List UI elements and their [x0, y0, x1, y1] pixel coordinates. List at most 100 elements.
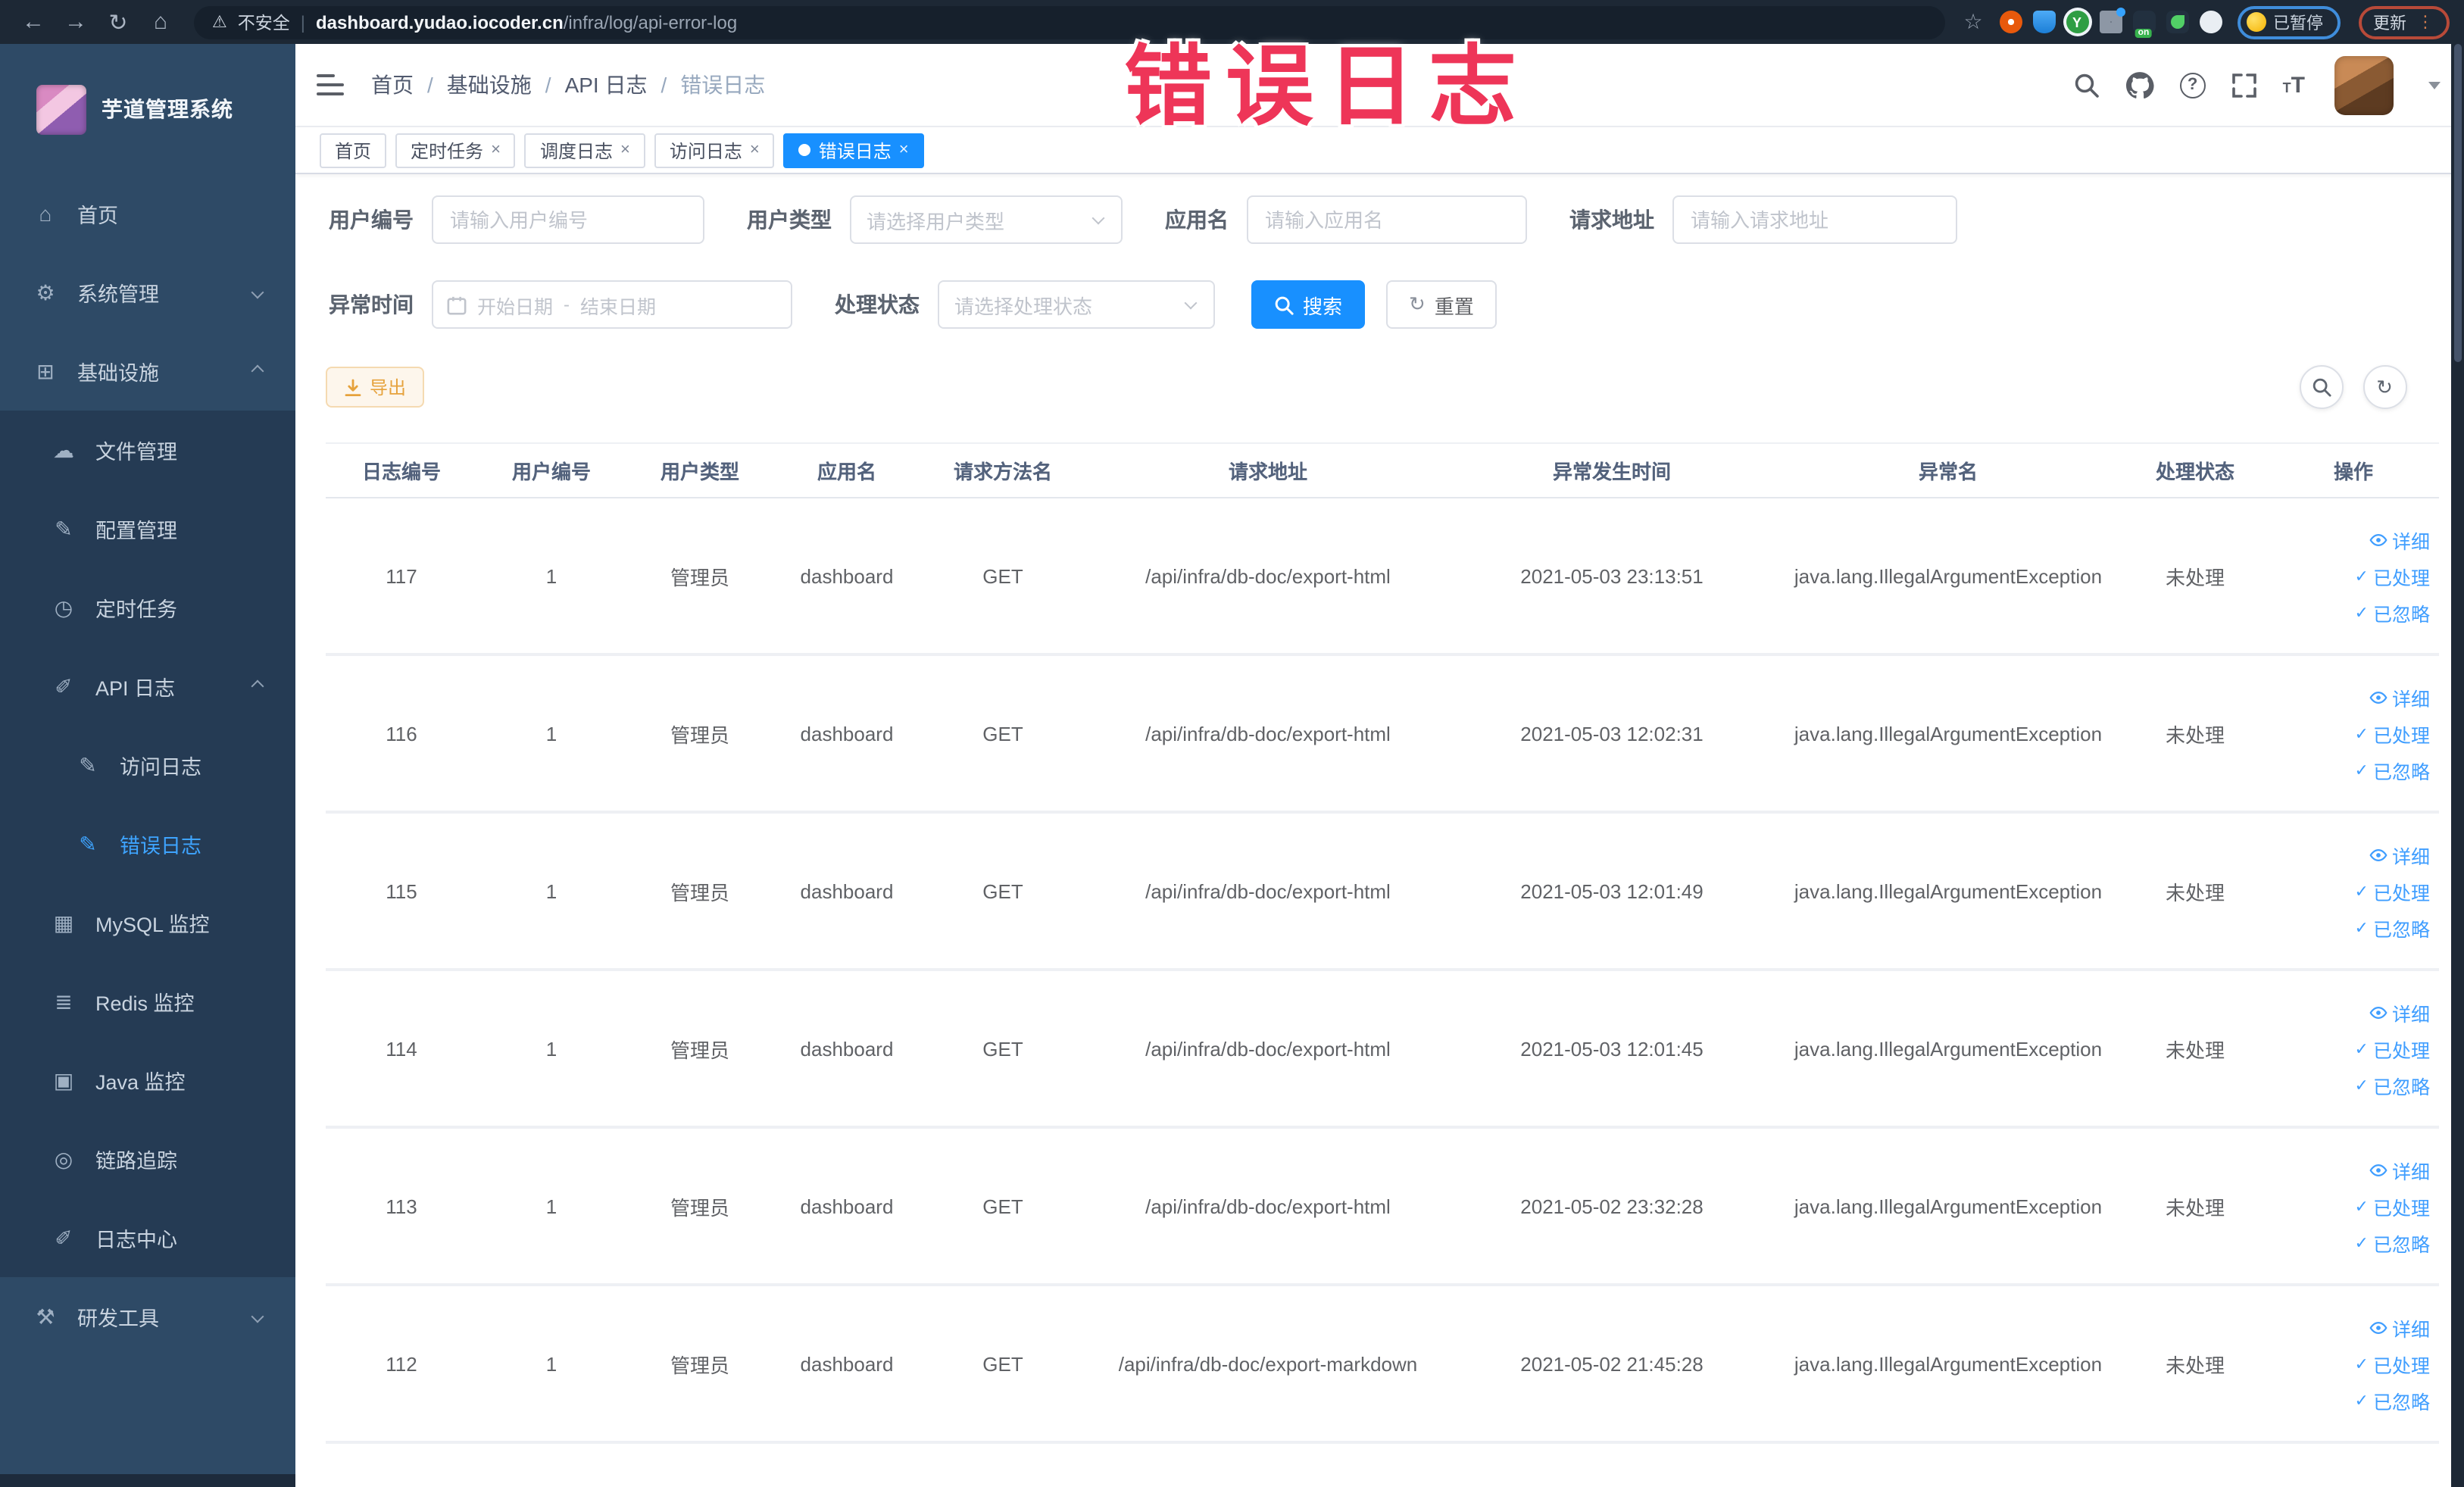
hamburger-icon[interactable] [317, 74, 344, 95]
fullscreen-icon[interactable] [2231, 72, 2257, 98]
sidebar-item-file-management[interactable]: ☁ 文件管理 [0, 411, 295, 489]
log-icon: ✐ [55, 1225, 73, 1249]
mark-processed-link[interactable]: ✓ 已处理 [2355, 1349, 2430, 1378]
close-icon[interactable]: × [620, 141, 630, 159]
sidebar-item-trace[interactable]: ◎ 链路追踪 [0, 1120, 295, 1198]
tab-home[interactable]: 首页 [320, 133, 387, 167]
mark-ignored-link[interactable]: ✓ 已忽略 [2355, 1070, 2430, 1099]
cell-exception-name: java.lang.IllegalArgumentException [1794, 722, 2103, 745]
extension-y-icon[interactable]: Y [2066, 11, 2088, 33]
back-icon[interactable]: ← [15, 4, 52, 40]
extension-shield-icon[interactable] [2032, 11, 2055, 33]
extension-target-icon[interactable] [1999, 11, 2022, 33]
sidebar-item-error-logs[interactable]: ✎ 错误日志 [0, 804, 295, 883]
close-icon[interactable]: × [899, 141, 909, 159]
mark-processed-link[interactable]: ✓ 已处理 [2355, 1192, 2430, 1220]
scrollbar-thumb[interactable] [2453, 44, 2462, 362]
mark-ignored-link[interactable]: ✓ 已忽略 [2355, 755, 2430, 784]
mark-processed-label: 已处理 [2372, 567, 2430, 589]
sidebar-item-infrastructure[interactable]: ⊞ 基础设施 [0, 332, 295, 411]
avatar[interactable] [2334, 55, 2393, 114]
reload-icon[interactable]: ↻ [100, 4, 136, 40]
font-size-icon[interactable]: TT [2283, 72, 2305, 98]
exception-time-range-picker[interactable]: 开始日期 - 结束日期 [432, 280, 792, 329]
mark-processed-link[interactable]: ✓ 已处理 [2355, 719, 2430, 748]
help-icon[interactable]: ? [2179, 72, 2206, 98]
tab-schedule-logs[interactable]: 调度日志 × [524, 133, 645, 167]
detail-link[interactable]: 详细 [2369, 525, 2430, 554]
breadcrumb-api-logs[interactable]: API 日志 [565, 70, 648, 100]
detail-link-label: 详细 [2391, 1004, 2430, 1025]
cell-exception-name: java.lang.IllegalArgumentException [1794, 879, 2103, 902]
extension-onoff-icon[interactable] [2132, 11, 2155, 33]
tab-access-logs[interactable]: 访问日志 × [654, 133, 775, 167]
sidebar-item-scheduled-tasks[interactable]: ◷ 定时任务 [0, 568, 295, 647]
extension-leaf-icon[interactable] [2166, 11, 2188, 33]
sidebar-item-home[interactable]: ⌂ 首页 [0, 174, 295, 253]
breadcrumb-infrastructure[interactable]: 基础设施 [447, 70, 532, 100]
browser-update-button[interactable]: 更新 ⋮ [2358, 5, 2449, 39]
detail-link[interactable]: 详细 [2369, 1313, 2430, 1342]
mark-ignored-link[interactable]: ✓ 已忽略 [2355, 913, 2430, 942]
sidebar-item-java-monitor[interactable]: ▣ Java 监控 [0, 1041, 295, 1120]
refresh-table-button[interactable]: ↻ [2363, 365, 2406, 409]
sidebar-item-access-logs[interactable]: ✎ 访问日志 [0, 726, 295, 804]
select-placeholder: 请选择用户类型 [867, 210, 1005, 233]
sidebar-item-log-center[interactable]: ✐ 日志中心 [0, 1198, 295, 1277]
column-header: 日志编号 [361, 461, 441, 483]
sidebar-item-mysql-monitor[interactable]: ▦ MySQL 监控 [0, 883, 295, 962]
cell-method: GET [982, 722, 1023, 745]
browser-menu-icon[interactable]: ⋮ [2417, 12, 2434, 32]
paused-badge[interactable]: 已暂停 [2237, 5, 2340, 39]
detail-link[interactable]: 详细 [2369, 1155, 2430, 1184]
process-status-select[interactable]: 请选择处理状态 [938, 280, 1215, 329]
update-label: 更新 [2373, 14, 2406, 33]
chevron-down-icon[interactable] [2428, 81, 2440, 89]
user-id-input[interactable] [432, 195, 704, 244]
detail-link[interactable]: 详细 [2369, 998, 2430, 1026]
screen-icon: ▣ [53, 1067, 74, 1092]
sidebar-item-redis-monitor[interactable]: ≣ Redis 监控 [0, 962, 295, 1041]
tab-error-logs[interactable]: 错误日志 × [783, 133, 924, 167]
reset-button[interactable]: ↻ 重置 [1386, 280, 1497, 329]
sidebar-item-dev-tools[interactable]: ⚒ 研发工具 [0, 1277, 295, 1356]
cell-status: 未处理 [2165, 566, 2225, 589]
search-button[interactable]: 搜索 [1251, 280, 1366, 329]
scrollbar[interactable] [2451, 44, 2464, 1487]
export-button[interactable]: 导出 [326, 367, 425, 408]
address-bar[interactable]: ⚠ 不安全 | dashboard.yudao.iocoder.cn/infra… [194, 5, 1944, 39]
mark-ignored-link[interactable]: ✓ 已忽略 [2355, 598, 2430, 626]
close-icon[interactable]: × [491, 141, 501, 159]
detail-link[interactable]: 详细 [2369, 683, 2430, 711]
app-name-input[interactable] [1247, 195, 1527, 244]
forward-icon[interactable]: → [58, 4, 94, 40]
tab-scheduled-tasks[interactable]: 定时任务 × [395, 133, 516, 167]
app-logo[interactable]: 芋道管理系统 [0, 44, 295, 174]
user-type-select[interactable]: 请选择用户类型 [850, 195, 1123, 244]
github-icon[interactable] [2125, 71, 2154, 98]
home-icon[interactable]: ⌂ [142, 4, 179, 40]
sidebar-item-config-management[interactable]: ✎ 配置管理 [0, 489, 295, 568]
mark-processed-link[interactable]: ✓ 已处理 [2355, 561, 2430, 590]
sidebar-item-api-logs[interactable]: ✐ API 日志 [0, 647, 295, 726]
cell-method: GET [982, 1352, 1023, 1375]
breadcrumb-home[interactable]: 首页 [371, 70, 414, 100]
extension-grid-icon[interactable] [2099, 8, 2125, 33]
mark-processed-link[interactable]: ✓ 已处理 [2355, 876, 2430, 905]
search-icon[interactable] [2074, 72, 2100, 98]
mark-ignored-link[interactable]: ✓ 已忽略 [2355, 1385, 2430, 1414]
show-search-button[interactable] [2299, 365, 2343, 409]
check-icon: ✓ [2354, 567, 2369, 586]
sidebar-item-system-management[interactable]: ⚙ 系统管理 [0, 253, 295, 332]
request-url-label: 请求地址 [1569, 208, 1654, 232]
close-icon[interactable]: × [750, 141, 760, 159]
mark-ignored-link[interactable]: ✓ 已忽略 [2355, 1228, 2430, 1257]
bookmark-star-icon[interactable]: ☆ [1960, 9, 1987, 35]
detail-link[interactable]: 详细 [2369, 840, 2430, 869]
cell-user-id: 1 [545, 879, 557, 902]
detail-link-label: 详细 [2391, 689, 2430, 710]
mark-processed-link[interactable]: ✓ 已处理 [2355, 1034, 2430, 1063]
request-url-input[interactable] [1672, 195, 1957, 244]
extension-paw-icon[interactable] [2199, 11, 2222, 33]
date-separator: - [564, 294, 570, 315]
